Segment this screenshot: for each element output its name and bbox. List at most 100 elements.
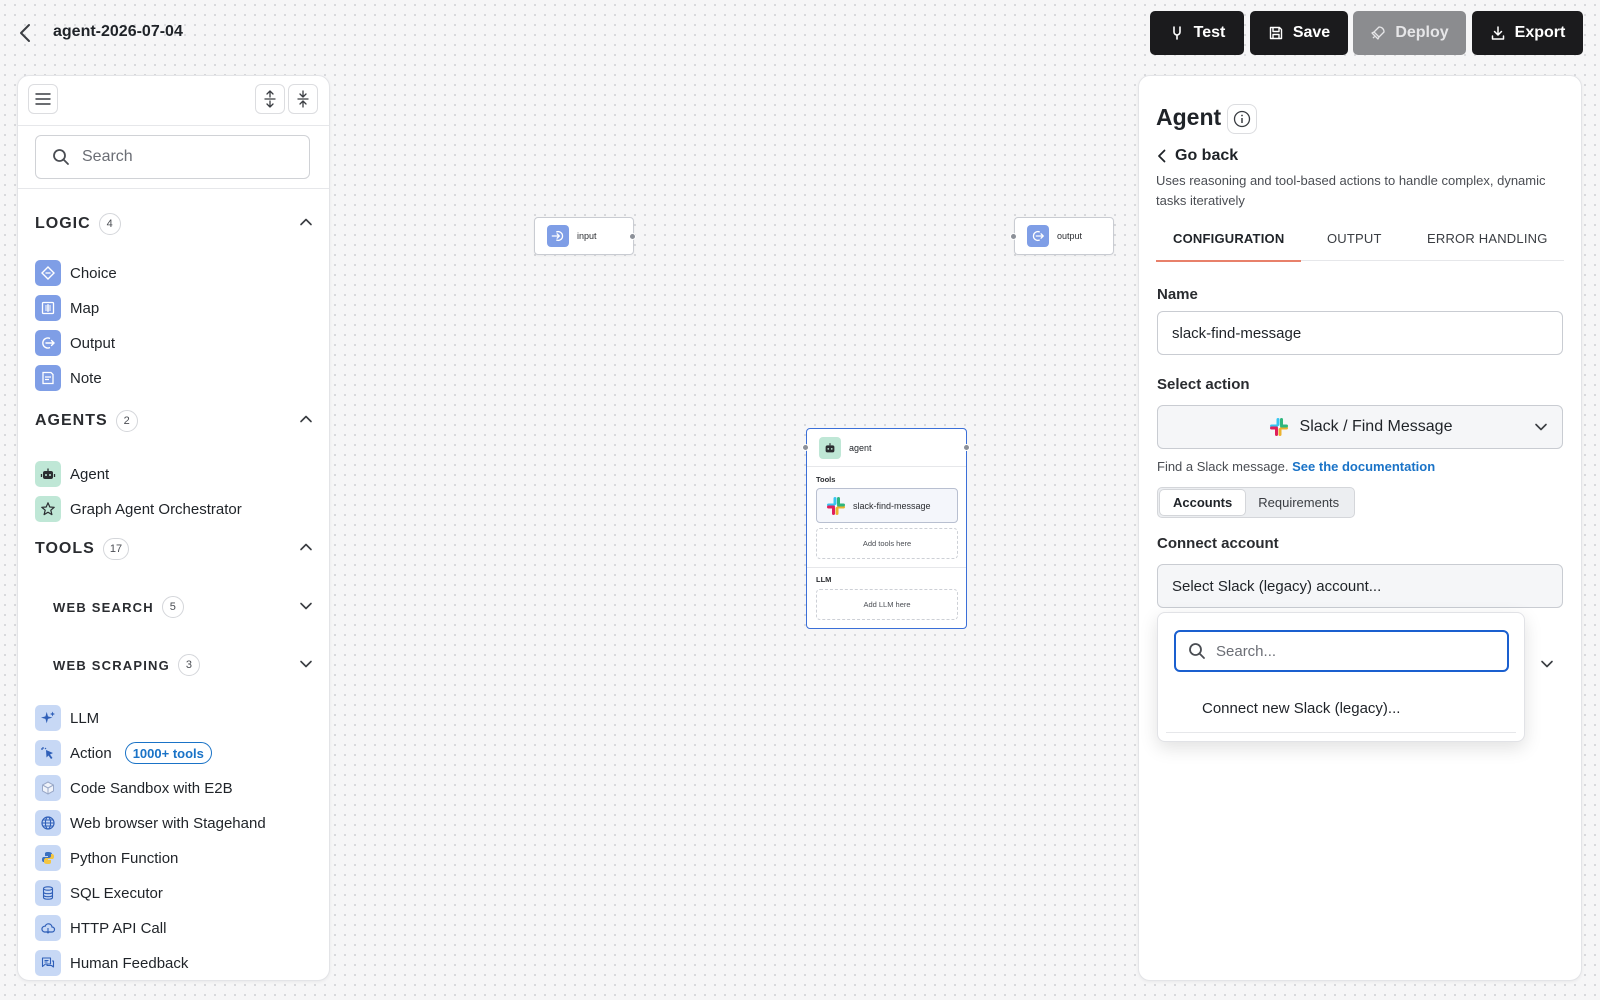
name-input[interactable]: slack-find-message <box>1157 311 1563 355</box>
save-icon <box>1269 26 1283 40</box>
database-icon <box>35 880 61 906</box>
library-search-placeholder: Search <box>82 148 133 165</box>
node-item-note[interactable]: Note <box>35 365 102 391</box>
slack-icon <box>827 496 845 515</box>
agent-node-output-handle[interactable] <box>963 444 970 451</box>
input-node-handle[interactable] <box>629 233 636 240</box>
subsection-web-search[interactable]: WEB SEARCH 5 <box>53 596 313 618</box>
section-agents[interactable]: AGENTS 2 <box>35 410 313 432</box>
python-icon <box>35 845 61 871</box>
agent-node-input-handle[interactable] <box>802 444 809 451</box>
download-icon <box>1491 26 1504 40</box>
subsection-web-scraping-count: 3 <box>177 654 200 676</box>
output-icon <box>1027 225 1049 247</box>
node-item-llm[interactable]: LLM <box>35 705 99 731</box>
output-node-label: output <box>1057 231 1083 241</box>
save-button-label: Save <box>1292 24 1331 41</box>
agent-node[interactable]: agent Tools slack-find-message Add tools… <box>806 428 967 629</box>
test-button-label: Test <box>1193 24 1226 41</box>
dropdown-divider <box>1166 732 1516 733</box>
segment-accounts[interactable]: Accounts <box>1160 490 1246 515</box>
collapse-all-icon[interactable] <box>288 84 318 114</box>
back-arrow-icon[interactable] <box>14 20 36 46</box>
node-item-label: SQL Executor <box>70 884 163 902</box>
section-tools[interactable]: TOOLS 17 <box>35 538 313 560</box>
save-button[interactable]: Save <box>1250 11 1348 55</box>
tab-configuration[interactable]: CONFIGURATION <box>1156 216 1302 262</box>
select-action-label: Select action <box>1157 376 1250 393</box>
expand-all-icon[interactable] <box>255 84 285 114</box>
account-search-field[interactable] <box>1174 630 1509 672</box>
info-icon[interactable] <box>1227 104 1257 134</box>
test-button[interactable]: Test <box>1150 11 1244 55</box>
node-item-label: Code Sandbox with E2B <box>70 779 233 797</box>
agent-llm-label: LLM <box>816 575 832 584</box>
library-search-input[interactable]: Search <box>35 135 310 179</box>
input-node[interactable]: input <box>534 217 634 255</box>
deploy-button-label: Deploy <box>1395 24 1449 41</box>
output-node[interactable]: output <box>1014 217 1114 255</box>
section-logic[interactable]: LOGIC 4 <box>35 213 313 235</box>
go-back-label: Go back <box>1175 147 1239 164</box>
node-item-label: Web browser with Stagehand <box>70 814 266 832</box>
node-item-web-browser[interactable]: Web browser with Stagehand <box>35 810 266 836</box>
node-item-label: Map <box>70 299 100 317</box>
node-library-panel: Search LOGIC 4 Choice Map Output Note AG… <box>17 75 330 981</box>
star-icon <box>35 496 61 522</box>
connect-new-account-option[interactable]: Connect new Slack (legacy)... <box>1202 700 1400 717</box>
config-tabs: CONFIGURATION OUTPUT ERROR HANDLING <box>1156 216 1564 262</box>
add-tools-dropzone[interactable]: Add tools here <box>816 528 958 559</box>
search-icon <box>53 149 69 165</box>
node-item-choice[interactable]: Choice <box>35 260 117 286</box>
chevron-up-icon[interactable] <box>299 412 313 426</box>
map-icon <box>35 295 61 321</box>
choice-icon <box>35 260 61 286</box>
node-item-agent[interactable]: Agent <box>35 461 109 487</box>
robot-icon <box>35 461 61 487</box>
search-icon <box>1189 643 1205 659</box>
input-node-label: input <box>577 231 597 241</box>
node-item-python-function[interactable]: Python Function <box>35 845 178 871</box>
node-item-label: Note <box>70 369 102 387</box>
chevron-down-icon[interactable] <box>299 599 313 613</box>
chevron-left-icon <box>1158 149 1166 163</box>
chevron-down-icon <box>1535 423 1547 431</box>
node-item-label: Python Function <box>70 849 179 867</box>
node-item-graph-agent-orchestrator[interactable]: Graph Agent Orchestrator <box>35 496 242 522</box>
deploy-button[interactable]: Deploy <box>1353 11 1466 55</box>
tab-error-handling[interactable]: ERROR HANDLING <box>1427 216 1548 261</box>
top-bar: agent-2026-07-04 Test Save Deploy Export <box>0 0 1600 66</box>
node-item-map[interactable]: Map <box>35 295 99 321</box>
node-item-label: LLM <box>70 709 100 727</box>
node-item-code-sandbox[interactable]: Code Sandbox with E2B <box>35 775 233 801</box>
node-item-output[interactable]: Output <box>35 330 115 356</box>
robot-icon <box>819 436 841 459</box>
segment-requirements[interactable]: Requirements <box>1245 490 1352 515</box>
action-select[interactable]: Slack / Find Message <box>1157 405 1563 449</box>
add-llm-dropzone[interactable]: Add LLM here <box>816 589 958 620</box>
node-item-human-feedback[interactable]: Human Feedback <box>35 950 188 976</box>
agent-node-divider <box>807 567 966 568</box>
tab-output[interactable]: OUTPUT <box>1327 216 1382 261</box>
cursor-click-icon <box>35 740 61 766</box>
subsection-web-scraping-label: WEB SCRAPING <box>53 657 170 673</box>
go-back-link[interactable]: Go back <box>1157 147 1238 165</box>
chevron-down-icon[interactable] <box>299 657 313 671</box>
sparkle-icon <box>35 705 61 731</box>
account-search-input[interactable] <box>1216 642 1486 660</box>
agent-tool-label: slack-find-message <box>853 500 931 511</box>
menu-icon[interactable] <box>28 84 58 114</box>
export-button[interactable]: Export <box>1472 11 1583 55</box>
subsection-web-scraping[interactable]: WEB SCRAPING 3 <box>53 654 313 676</box>
output-node-handle[interactable] <box>1010 233 1017 240</box>
chevron-up-icon[interactable] <box>299 215 313 229</box>
node-item-action[interactable]: Action 1000+ tools <box>35 740 212 766</box>
documentation-link[interactable]: See the documentation <box>1292 459 1435 474</box>
node-item-sql-executor[interactable]: SQL Executor <box>35 880 163 906</box>
node-item-http-api-call[interactable]: HTTP API Call <box>35 915 166 941</box>
agent-tool-slack[interactable]: slack-find-message <box>816 488 958 523</box>
chevron-down-icon[interactable] <box>1540 657 1554 671</box>
node-description: Uses reasoning and tool-based actions to… <box>1156 173 1546 208</box>
chevron-up-icon[interactable] <box>299 540 313 554</box>
account-select[interactable]: Select Slack (legacy) account... <box>1157 564 1563 608</box>
